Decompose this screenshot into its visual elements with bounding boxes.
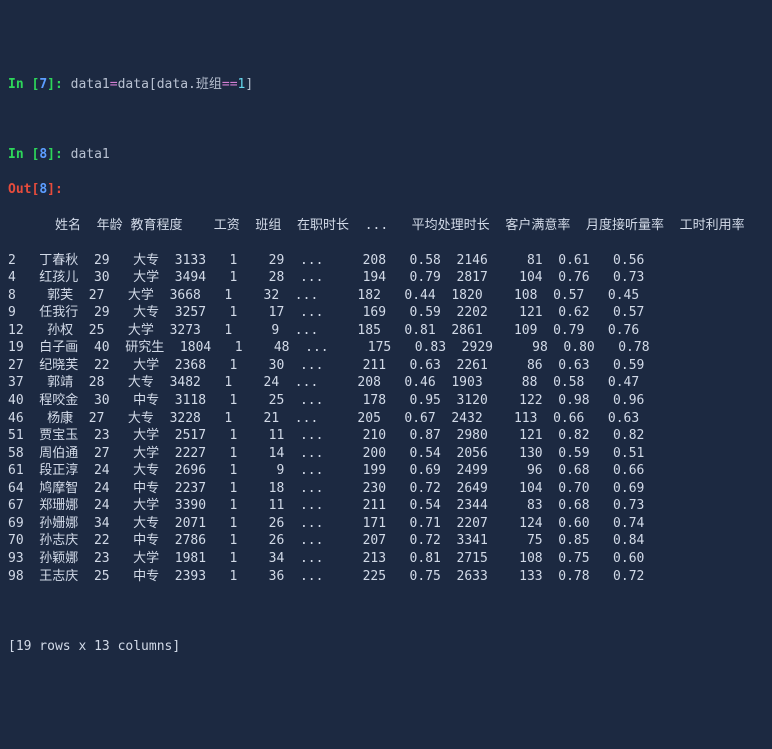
table-row: 40 程咬金 30 中专 3118 1 25 ... 178 0.95 3120… bbox=[8, 392, 764, 410]
table-row: 9 任我行 29 大专 3257 1 17 ... 169 0.59 2202 … bbox=[8, 304, 764, 322]
table-row: 46 杨康 27 大专 3228 1 21 ... 205 0.67 2432 … bbox=[8, 410, 764, 428]
table-row: 98 王志庆 25 中专 2393 1 36 ... 225 0.75 2633… bbox=[8, 568, 764, 586]
cell-7-input: In [7]: data1=data[data.班组==1] bbox=[8, 76, 764, 94]
cell-8-input: In [8]: data1 bbox=[8, 146, 764, 164]
table-body: 2 丁春秋 29 大专 3133 1 29 ... 208 0.58 2146 … bbox=[8, 252, 764, 585]
table-row: 2 丁春秋 29 大专 3133 1 29 ... 208 0.58 2146 … bbox=[8, 252, 764, 270]
table-header: 姓名 年龄 教育程度 工资 班组 在职时长 ... 平均处理时长 客户满意率 月… bbox=[8, 217, 764, 235]
cell-8-out-prompt: Out[8]: bbox=[8, 181, 764, 199]
code-8: data1 bbox=[71, 147, 110, 162]
table-row: 67 郑珊娜 24 大学 3390 1 11 ... 211 0.54 2344… bbox=[8, 497, 764, 515]
table-row: 58 周伯通 27 大学 2227 1 14 ... 200 0.54 2056… bbox=[8, 445, 764, 463]
table-row: 27 纪晓芙 22 大学 2368 1 30 ... 211 0.63 2261… bbox=[8, 357, 764, 375]
blank-line bbox=[8, 111, 764, 129]
table-row: 61 段正淳 24 大专 2696 1 9 ... 199 0.69 2499 … bbox=[8, 462, 764, 480]
blank-line bbox=[8, 603, 764, 621]
table-row: 51 贾宝玉 23 大学 2517 1 11 ... 210 0.87 2980… bbox=[8, 427, 764, 445]
table-row: 93 孙颖娜 23 大学 1981 1 34 ... 213 0.81 2715… bbox=[8, 550, 764, 568]
code-7: data1=data[data.班组==1] bbox=[71, 77, 254, 92]
out-prompt: Out[8]: bbox=[8, 182, 63, 197]
in-prompt: In [7]: bbox=[8, 77, 71, 92]
in-prompt: In [8]: bbox=[8, 147, 71, 162]
table-row: 70 孙志庆 22 中专 2786 1 26 ... 207 0.72 3341… bbox=[8, 532, 764, 550]
table-row: 4 红孩儿 30 大学 3494 1 28 ... 194 0.79 2817 … bbox=[8, 269, 764, 287]
table-row: 12 孙权 25 大学 3273 1 9 ... 185 0.81 2861 1… bbox=[8, 322, 764, 340]
table-row: 19 白子画 40 研究生 1804 1 48 ... 175 0.83 292… bbox=[8, 339, 764, 357]
table-footer: [19 rows x 13 columns] bbox=[8, 638, 764, 656]
table-row: 8 郭芙 27 大学 3668 1 32 ... 182 0.44 1820 1… bbox=[8, 287, 764, 305]
table-row: 37 郭靖 28 大专 3482 1 24 ... 208 0.46 1903 … bbox=[8, 374, 764, 392]
table-row: 69 孙姗娜 34 大专 2071 1 26 ... 171 0.71 2207… bbox=[8, 515, 764, 533]
table-row: 64 鸠摩智 24 中专 2237 1 18 ... 230 0.72 2649… bbox=[8, 480, 764, 498]
